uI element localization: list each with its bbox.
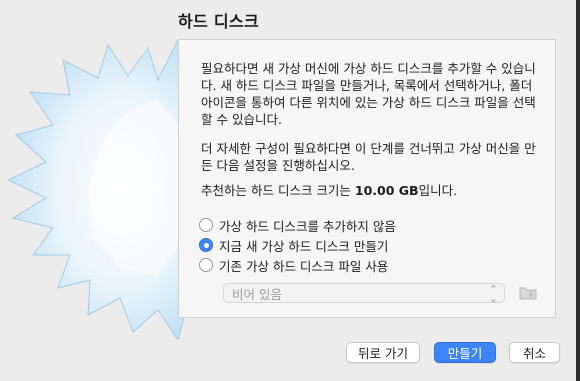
intro-text: 필요하다면 새 가상 머신에 가상 하드 디스크를 추가할 수 있습니다. 새 … (201, 61, 536, 127)
details-text: 더 자세한 구성이 필요하다면 이 단계를 건너뛰고 가상 머신을 만든 다음 … (201, 141, 536, 173)
disk-file-select-value: 비어 있음 (232, 286, 282, 302)
radio-button[interactable] (199, 258, 213, 272)
recommended-size-text: 추천하는 하드 디스크 크기는 10.00 GB입니다. (201, 182, 547, 199)
radio-option-create-disk[interactable]: 지금 새 가상 하드 디스크 만들기 (199, 236, 388, 254)
create-button[interactable]: 만들기 (434, 342, 496, 363)
chevron-updown-icon: ⌃ ⌄ (488, 283, 498, 305)
recommended-size-value: 10.00 GB (354, 183, 419, 198)
radio-option-existing-disk[interactable]: 기존 가상 하드 디스크 파일 사용 (199, 256, 388, 274)
radio-label: 지금 새 가상 하드 디스크 만들기 (219, 238, 389, 254)
wizard-window: 하드 디스크 필요하다면 새 가상 머신에 가상 하드 디스크를 추가할 수 있… (0, 0, 580, 381)
window-border (576, 0, 580, 381)
content-panel: 필요하다면 새 가상 머신에 가상 하드 디스크를 추가할 수 있습니다. 새 … (178, 39, 556, 318)
radio-option-no-disk[interactable]: 가상 하드 디스크를 추가하지 않음 (199, 216, 396, 234)
radio-button-selected[interactable] (199, 238, 213, 252)
radio-label: 기존 가상 하드 디스크 파일 사용 (219, 258, 389, 274)
recommended-size-prefix: 추천하는 하드 디스크 크기는 (201, 183, 355, 198)
disk-file-select[interactable]: 비어 있음 ⌃ ⌄ (223, 283, 505, 305)
page-title: 하드 디스크 (178, 12, 259, 31)
recommended-size-suffix: 입니다. (418, 183, 458, 198)
radio-button[interactable] (199, 218, 213, 232)
folder-icon[interactable] (519, 285, 537, 301)
cancel-button[interactable]: 취소 (509, 342, 560, 363)
radio-label: 가상 하드 디스크를 추가하지 않음 (219, 218, 396, 234)
back-button[interactable]: 뒤로 가기 (346, 342, 420, 363)
